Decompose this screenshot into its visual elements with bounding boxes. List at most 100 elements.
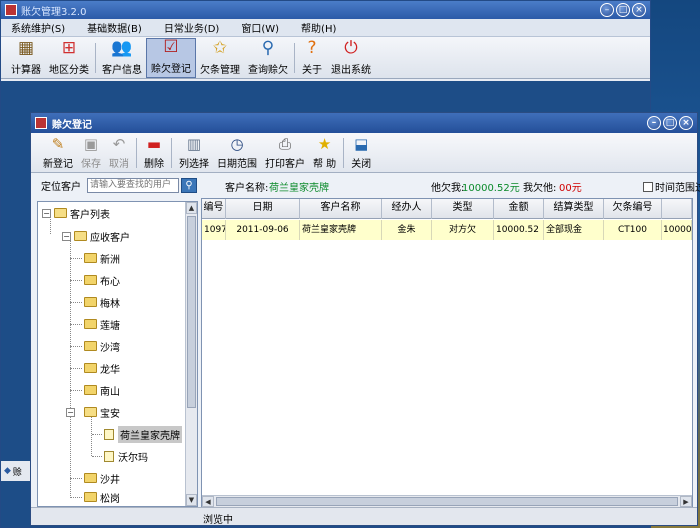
folder-icon bbox=[84, 319, 97, 329]
folder-open-icon bbox=[54, 208, 67, 218]
column-header-customer[interactable]: 客户名称 bbox=[300, 199, 382, 219]
menu-help[interactable]: 帮助(H) bbox=[301, 20, 336, 35]
cancel-button[interactable]: ↶ 取消 bbox=[105, 134, 133, 172]
close-icon[interactable]: × bbox=[679, 116, 693, 130]
help-icon: ? bbox=[307, 38, 317, 58]
tree-region[interactable]: 梅林 bbox=[70, 294, 120, 310]
folder-icon bbox=[84, 253, 97, 263]
tree-line bbox=[92, 434, 102, 435]
child-title-bar[interactable]: 赊欠登记 – □ × bbox=[31, 113, 697, 133]
new-record-icon: ✎ bbox=[51, 135, 65, 153]
tree-line bbox=[70, 238, 71, 496]
search-button[interactable]: ⚲ bbox=[181, 177, 197, 193]
region-category-button[interactable]: ⊞ 地区分类 bbox=[45, 38, 93, 78]
about-button[interactable]: ? 关于 bbox=[297, 38, 327, 78]
grid-horizontal-scrollbar[interactable]: ◀ ▶ bbox=[202, 495, 692, 507]
tree-region[interactable]: 松岗 bbox=[70, 489, 120, 505]
scroll-right-icon[interactable]: ▶ bbox=[680, 496, 692, 507]
column-select-button[interactable]: ▥ 列选择 bbox=[175, 134, 213, 172]
cell-customer: 荷兰皇家壳牌 bbox=[300, 220, 382, 240]
date-range-button[interactable]: ◷ 日期范围 bbox=[213, 134, 261, 172]
collapse-icon[interactable]: − bbox=[62, 231, 71, 241]
menu-system[interactable]: 系统维护(S) bbox=[11, 20, 65, 35]
menu-basic-data[interactable]: 基础数据(B) bbox=[87, 20, 142, 35]
owe-me-value: 10000.52元 bbox=[462, 183, 520, 194]
date-range-filter-checkbox[interactable]: 时间范围过滤 bbox=[643, 179, 700, 194]
minimize-icon[interactable]: – bbox=[600, 3, 614, 17]
scroll-thumb[interactable] bbox=[187, 216, 196, 408]
close-icon[interactable]: × bbox=[632, 3, 646, 17]
column-header-iou-no[interactable]: 欠条编号 bbox=[604, 199, 662, 219]
main-title-bar[interactable]: 账欠管理3.2.0 – □ × bbox=[1, 1, 650, 19]
column-header-type[interactable]: 类型 bbox=[432, 199, 494, 219]
folder-open-icon bbox=[84, 407, 97, 417]
column-header-amount[interactable]: 金额 bbox=[494, 199, 544, 219]
delete-icon: ▬ bbox=[146, 135, 162, 153]
new-record-button[interactable]: ✎ 新登记 bbox=[39, 134, 77, 172]
tree-region[interactable]: 龙华 bbox=[70, 360, 120, 376]
column-header-id[interactable]: 编号 bbox=[202, 199, 226, 219]
calculator-button[interactable]: ▦ 计算器 bbox=[7, 38, 45, 78]
power-icon: ⏻ bbox=[344, 38, 358, 58]
minimize-icon[interactable]: – bbox=[647, 116, 661, 130]
cell-date: 2011-09-06 bbox=[226, 220, 300, 240]
collapse-icon[interactable]: − bbox=[42, 208, 51, 218]
column-header-date[interactable]: 日期 bbox=[226, 199, 300, 219]
customer-search-input[interactable] bbox=[87, 177, 179, 193]
help-button[interactable]: ★ 帮 助 bbox=[309, 134, 340, 172]
scroll-up-icon[interactable]: ▲ bbox=[186, 202, 197, 214]
scroll-left-icon[interactable]: ◀ bbox=[202, 496, 214, 507]
close-button[interactable]: ⬓ 关闭 bbox=[347, 134, 375, 172]
main-menu-bar: 系统维护(S) 基础数据(B) 日常业务(D) 窗口(W) 帮助(H) bbox=[1, 19, 650, 37]
exit-system-button[interactable]: ⏻ 退出系统 bbox=[327, 38, 375, 78]
tree-region[interactable]: 沙湾 bbox=[70, 338, 120, 354]
tree-region-expanded[interactable]: − 宝安 bbox=[66, 404, 120, 420]
tree-line bbox=[70, 390, 82, 391]
cell-iou-no: CT100 bbox=[604, 220, 662, 240]
tree-customer[interactable]: 沃尔玛 bbox=[92, 448, 148, 464]
folder-icon bbox=[84, 492, 97, 502]
menu-window[interactable]: 窗口(W) bbox=[241, 20, 279, 35]
tree-line bbox=[70, 280, 82, 281]
iou-management-button[interactable]: ✩ 欠条管理 bbox=[196, 38, 244, 78]
maximize-icon[interactable]: □ bbox=[616, 3, 630, 17]
save-button[interactable]: ▣ 保存 bbox=[77, 134, 105, 172]
tree-root[interactable]: − 客户列表 bbox=[42, 205, 110, 221]
credit-register-button[interactable]: ☑ 赊欠登记 bbox=[146, 37, 196, 78]
print-customer-button[interactable]: ⎙ 打印客户 bbox=[261, 134, 309, 172]
delete-button[interactable]: ▬ 删除 bbox=[140, 134, 168, 172]
customer-info-button[interactable]: 👥 客户信息 bbox=[98, 38, 146, 78]
tree-customer-selected[interactable]: 荷兰皇家壳牌 bbox=[92, 425, 182, 443]
scroll-down-icon[interactable]: ▼ bbox=[186, 494, 197, 506]
column-header-settlement[interactable]: 结算类型 bbox=[544, 199, 604, 219]
tree-group-receivable[interactable]: − 应收客户 bbox=[62, 228, 130, 244]
app-grid-icon bbox=[5, 4, 17, 16]
menu-daily-business[interactable]: 日常业务(D) bbox=[164, 20, 220, 35]
column-header-handler[interactable]: 经办人 bbox=[382, 199, 432, 219]
tree-vertical-scrollbar[interactable]: ▲ ▼ bbox=[185, 202, 197, 506]
tree-region[interactable]: 布心 bbox=[70, 272, 120, 288]
toolbar-separator bbox=[171, 138, 172, 168]
maximize-icon[interactable]: □ bbox=[663, 116, 677, 130]
tree-line bbox=[70, 302, 82, 303]
customer-name-value: 荷兰皇家壳牌 bbox=[269, 183, 329, 194]
tree-line bbox=[70, 258, 82, 259]
folder-icon bbox=[84, 297, 97, 307]
customer-tree[interactable]: − 客户列表 − 应收客户 新洲 布心 梅林 莲塘 沙湾 龙华 南山 − 宝安 … bbox=[37, 201, 198, 507]
collapse-icon[interactable]: − bbox=[66, 407, 75, 417]
tree-region[interactable]: 沙井 bbox=[70, 470, 120, 486]
save-icon: ▣ bbox=[83, 135, 99, 153]
tree-region[interactable]: 南山 bbox=[70, 382, 120, 398]
cell-handler: 金朱 bbox=[382, 220, 432, 240]
column-header-extra[interactable] bbox=[662, 199, 692, 219]
query-credit-button[interactable]: ⚲ 查询赊欠 bbox=[244, 38, 292, 78]
child-toolbar: ✎ 新登记 ▣ 保存 ↶ 取消 ▬ 删除 ▥ 列选择 ◷ 日期范围 ⎙ 打印客户 bbox=[31, 133, 697, 173]
checkbox-box[interactable] bbox=[643, 181, 653, 192]
main-side-stub[interactable]: ◆ 赊 bbox=[1, 461, 31, 481]
tree-region[interactable]: 莲塘 bbox=[70, 316, 120, 332]
toolbar-separator bbox=[294, 43, 295, 73]
tree-region[interactable]: 新洲 bbox=[70, 250, 120, 266]
tree-line bbox=[70, 497, 82, 498]
scroll-thumb[interactable] bbox=[216, 497, 678, 506]
table-row[interactable]: 1097 2011-09-06 荷兰皇家壳牌 金朱 对方欠 10000.52 全… bbox=[202, 220, 692, 240]
